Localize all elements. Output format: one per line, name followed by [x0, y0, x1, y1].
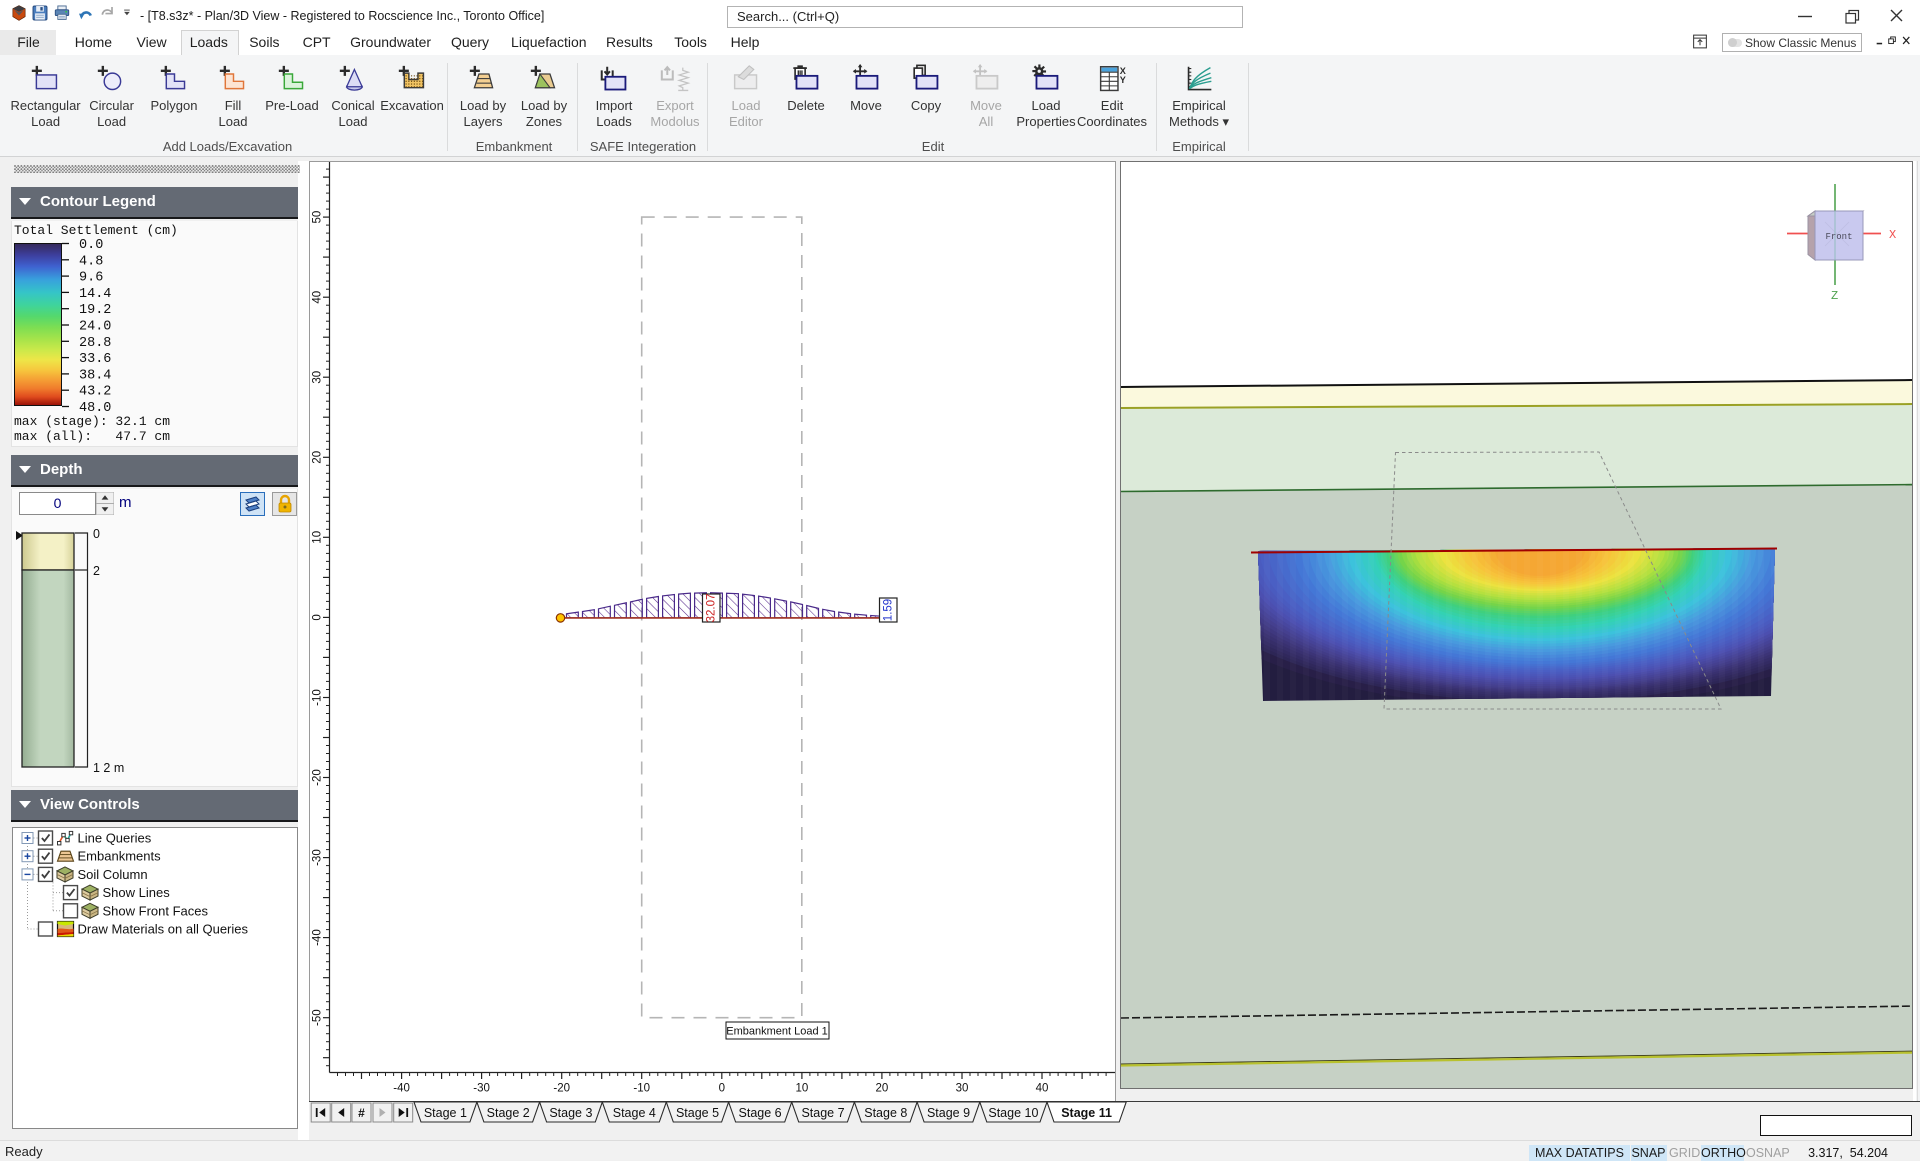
svg-text:Draw Materials on all Queries: Draw Materials on all Queries: [78, 922, 249, 937]
svg-text:Stage 5: Stage 5: [676, 1106, 719, 1120]
svg-text:30: 30: [956, 1083, 969, 1095]
svg-text:0: 0: [312, 614, 324, 620]
svg-text:Stage 1: Stage 1: [424, 1106, 467, 1120]
svg-text:19.2: 19.2: [79, 303, 111, 318]
svg-text:-40: -40: [312, 929, 324, 946]
svg-text:10: 10: [796, 1083, 809, 1095]
svg-text:38.4: 38.4: [79, 368, 111, 383]
svg-text:1 2 m: 1 2 m: [93, 761, 124, 775]
svg-text:32.07: 32.07: [705, 594, 717, 623]
svg-text:Stage 7: Stage 7: [801, 1106, 844, 1120]
svg-text:28.8: 28.8: [79, 336, 111, 351]
svg-text:Stage 6: Stage 6: [739, 1106, 782, 1120]
svg-text:40: 40: [1036, 1083, 1049, 1095]
svg-text:-50: -50: [312, 1009, 324, 1026]
svg-text:X: X: [1889, 228, 1896, 242]
svg-text:40: 40: [312, 291, 324, 304]
svg-text:4.8: 4.8: [79, 254, 103, 269]
svg-text:20: 20: [312, 451, 324, 464]
svg-text:Soil Column: Soil Column: [78, 867, 148, 882]
svg-text:24.0: 24.0: [79, 320, 111, 335]
svg-text:30: 30: [312, 371, 324, 384]
svg-text:-20: -20: [312, 769, 324, 786]
svg-text:2: 2: [93, 564, 100, 578]
svg-text:-10: -10: [312, 689, 324, 706]
svg-text:-30: -30: [473, 1083, 490, 1095]
svg-text:Y: Y: [1119, 75, 1125, 85]
svg-text:Stage 9: Stage 9: [927, 1106, 970, 1120]
svg-text:Embankment Load 1: Embankment Load 1: [726, 1026, 828, 1038]
svg-text:50: 50: [312, 211, 324, 224]
svg-text:9.6: 9.6: [79, 271, 103, 286]
svg-text:#: #: [358, 1106, 365, 1120]
svg-text:1.59: 1.59: [882, 599, 894, 621]
svg-text:-40: -40: [393, 1083, 410, 1095]
svg-text:Line Queries: Line Queries: [78, 831, 152, 846]
svg-text:-20: -20: [553, 1083, 570, 1095]
svg-text:33.6: 33.6: [79, 352, 111, 367]
svg-text:Z: Z: [1831, 289, 1838, 303]
svg-text:20: 20: [876, 1083, 889, 1095]
svg-text:43.2: 43.2: [79, 385, 111, 400]
svg-text:-10: -10: [633, 1083, 650, 1095]
svg-text:Show Front Faces: Show Front Faces: [103, 903, 209, 918]
svg-text:Stage 4: Stage 4: [613, 1106, 656, 1120]
svg-text:-30: -30: [312, 849, 324, 866]
svg-text:0: 0: [93, 527, 100, 541]
svg-text:Stage 11: Stage 11: [1061, 1106, 1112, 1120]
svg-text:Show Lines: Show Lines: [103, 885, 171, 900]
svg-text:Stage 3: Stage 3: [549, 1106, 592, 1120]
svg-text:0: 0: [719, 1083, 725, 1095]
svg-text:Embankments: Embankments: [78, 849, 162, 864]
svg-text:Stage 2: Stage 2: [487, 1106, 530, 1120]
svg-text:10: 10: [312, 531, 324, 544]
svg-text:14.4: 14.4: [79, 287, 111, 302]
svg-text:0.0: 0.0: [79, 238, 103, 253]
svg-text:Stage 8: Stage 8: [864, 1106, 907, 1120]
svg-text:Front: Front: [1825, 232, 1852, 242]
svg-text:Stage 10: Stage 10: [988, 1106, 1038, 1120]
